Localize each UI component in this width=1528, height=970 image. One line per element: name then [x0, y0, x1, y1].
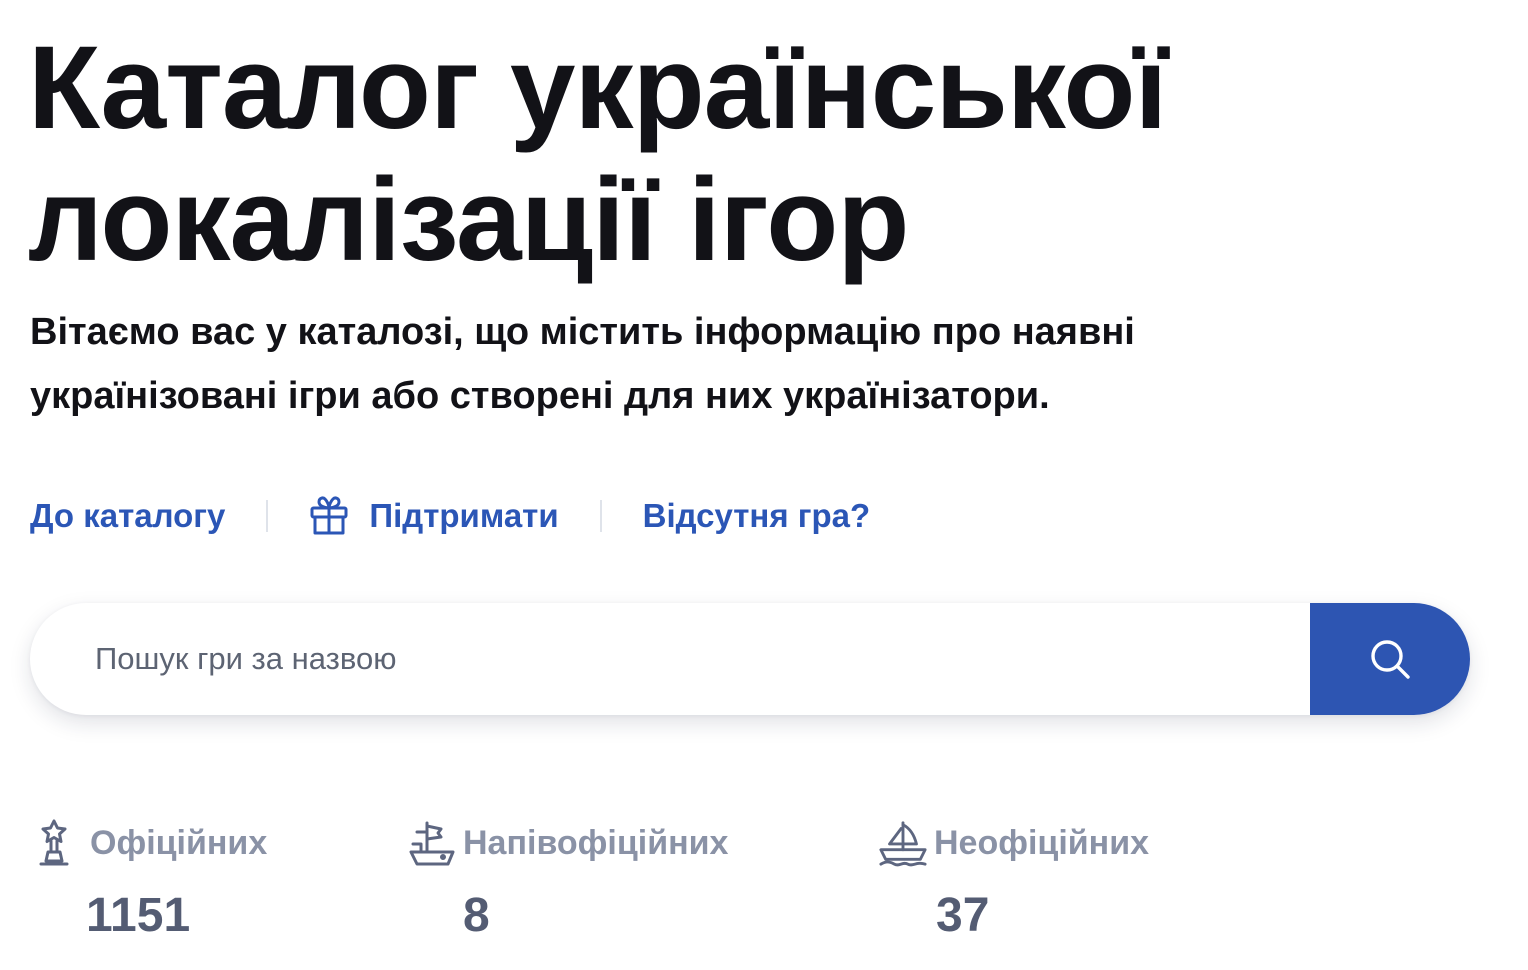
stat-semiofficial-count: 8	[463, 889, 490, 942]
search-button[interactable]	[1310, 603, 1470, 715]
stat-unofficial-label: Неофіційних	[934, 823, 1150, 862]
search-icon	[1368, 637, 1412, 681]
page-title-line-1: Каталог української	[28, 22, 1168, 154]
stat-semiofficial-label: Напівофіційних	[463, 823, 729, 862]
missing-game-link[interactable]: Відсутня гра?	[643, 497, 871, 535]
missing-game-link-label: Відсутня гра?	[642, 497, 871, 534]
action-links: До каталогу Підтримати Відсутня гра?	[30, 490, 870, 542]
gift-icon	[309, 495, 349, 537]
catalog-link[interactable]: До каталогу	[30, 497, 225, 535]
page-title-line-2: локалізації ігор	[28, 154, 909, 286]
stat-unofficial: Неофіційних 37	[878, 812, 1149, 944]
stat-unofficial-count: 37	[936, 889, 990, 942]
ship-icon	[407, 818, 457, 868]
support-link[interactable]: Підтримати	[309, 495, 559, 537]
stat-official: Офіційних 1151	[34, 812, 267, 944]
boat-icon	[878, 818, 928, 868]
divider	[266, 500, 269, 532]
catalog-link-label: До каталогу	[30, 497, 226, 534]
stat-semiofficial: Напівофіційних 8	[407, 812, 728, 944]
intro-line-1: Вітаємо вас у каталозі, що містить інфор…	[30, 311, 1135, 353]
support-link-label: Підтримати	[369, 497, 559, 534]
page-title: Каталог української локалізації ігор	[28, 22, 1468, 286]
search-bar	[30, 603, 1470, 715]
search-input[interactable]	[30, 603, 1310, 715]
intro-text: Вітаємо вас у каталозі, що містить інфор…	[30, 300, 1450, 428]
award-icon	[34, 818, 84, 868]
stat-official-label: Офіційних	[90, 823, 268, 862]
stat-official-count: 1151	[86, 889, 191, 942]
divider	[599, 500, 602, 532]
intro-line-2: українізовані ігри або створені для них …	[30, 375, 1050, 417]
